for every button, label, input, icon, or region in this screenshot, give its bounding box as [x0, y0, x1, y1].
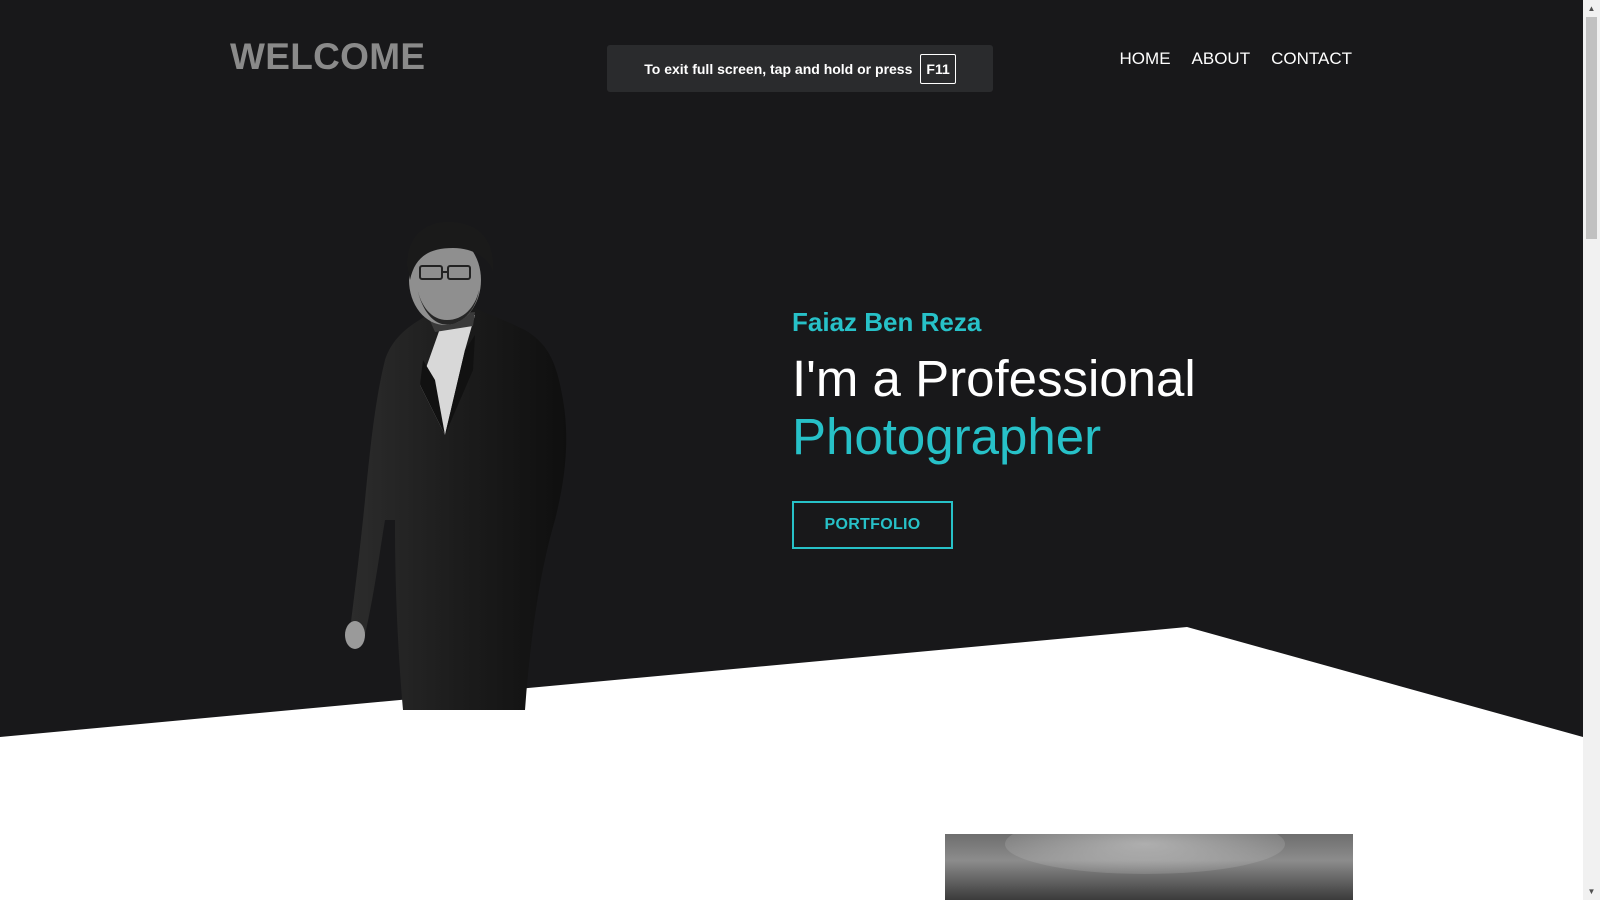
fullscreen-exit-notice: To exit full screen, tap and hold or pre…	[607, 45, 993, 92]
hero-name: Faiaz Ben Reza	[792, 307, 982, 337]
scroll-down-arrow-icon[interactable]: ▼	[1583, 883, 1600, 900]
nav-about-link[interactable]: ABOUT	[1192, 49, 1251, 69]
portfolio-button[interactable]: PORTFOLIO	[792, 501, 953, 549]
site-brand[interactable]: WELCOME	[230, 36, 425, 78]
page-viewport: WELCOME To exit full screen, tap and hol…	[0, 0, 1583, 900]
nav-contact-link[interactable]: CONTACT	[1271, 49, 1352, 69]
fullscreen-key-badge: F11	[920, 53, 956, 84]
about-preview-image	[945, 834, 1353, 900]
scroll-up-arrow-icon[interactable]: ▲	[1583, 0, 1600, 17]
hero-profession: Photographer	[792, 408, 1102, 465]
photographer-portrait	[345, 221, 567, 710]
vertical-scrollbar[interactable]: ▲ ▼	[1583, 0, 1600, 900]
main-nav: HOME ABOUT CONTACT	[1120, 49, 1352, 69]
scrollbar-thumb[interactable]	[1586, 17, 1597, 239]
nav-home-link[interactable]: HOME	[1120, 49, 1171, 69]
preview-image-highlight	[1005, 834, 1285, 874]
fullscreen-notice-text: To exit full screen, tap and hold or pre…	[644, 60, 913, 77]
hero-text-block: Faiaz Ben Reza I'm a Professional Photog…	[792, 307, 1196, 466]
hero-headline: I'm a Professional	[792, 350, 1196, 407]
